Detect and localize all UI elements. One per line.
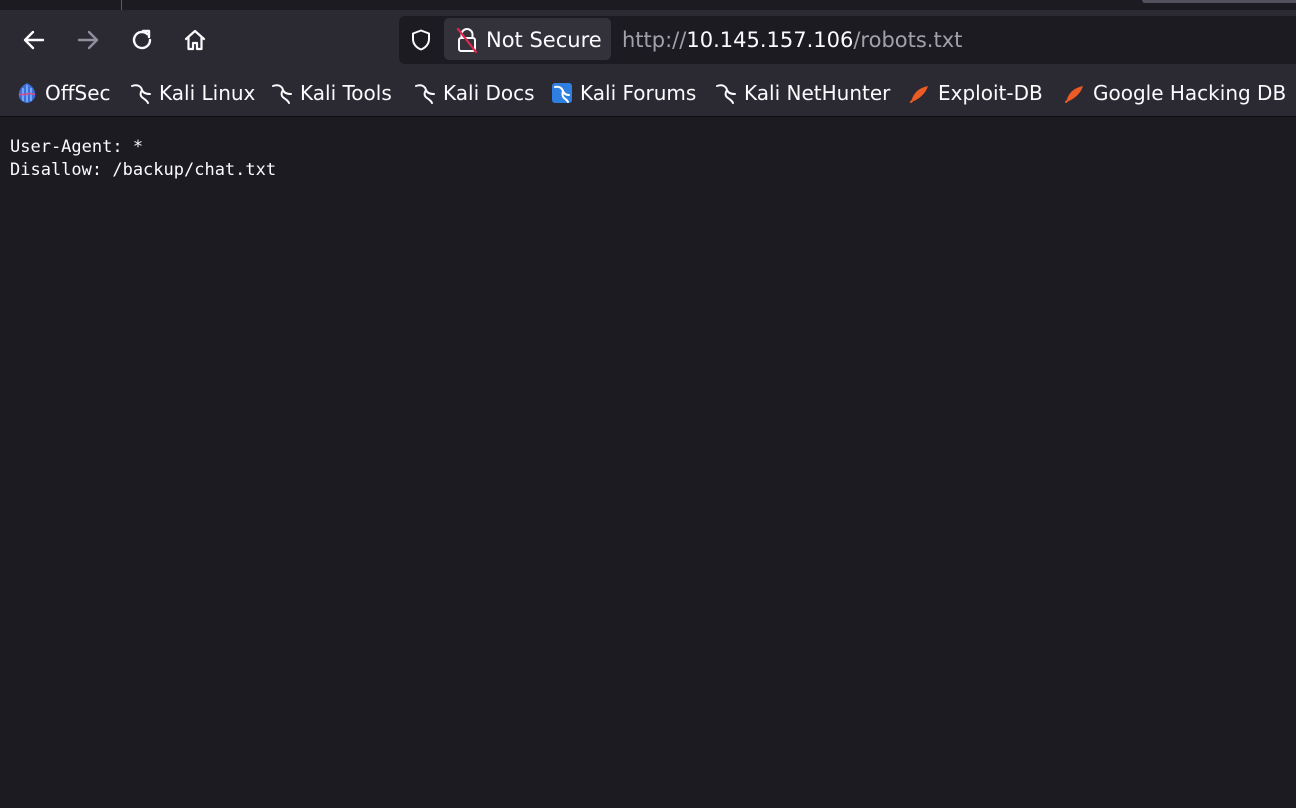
bookmark-label: Kali NetHunter [744, 81, 891, 105]
bookmark-kali-nethunter[interactable]: Kali NetHunter [715, 79, 890, 107]
kali-forums-icon [552, 83, 572, 103]
reload-button[interactable] [126, 24, 158, 56]
page-content: User-Agent: * Disallow: /backup/chat.txt [0, 117, 1296, 808]
kali-dragon-icon [716, 84, 736, 104]
reload-icon [132, 29, 152, 50]
kali-dragon-icon [415, 84, 435, 104]
bookmark-kali-docs[interactable]: Kali Docs [414, 79, 535, 107]
url-bar[interactable]: Not Secure http://10.145.157.106/robots.… [399, 16, 1296, 64]
not-secure-label: Not Secure [486, 28, 602, 52]
forward-button[interactable] [72, 24, 104, 56]
home-button[interactable] [179, 24, 211, 56]
tracking-protection-shield-icon[interactable] [409, 28, 433, 52]
site-security-button[interactable]: Not Secure [444, 18, 611, 60]
bookmark-kali-linux[interactable]: Kali Linux [130, 79, 255, 107]
url-path: /robots.txt [853, 28, 963, 52]
robots-txt-text: User-Agent: * Disallow: /backup/chat.txt [10, 136, 276, 182]
exploit-db-icon [910, 86, 928, 103]
bookmark-label: Kali Forums [580, 81, 697, 105]
url-text[interactable]: http://10.145.157.106/robots.txt [622, 28, 962, 52]
insecure-lock-icon [456, 27, 478, 53]
bookmark-exploit-db[interactable]: Exploit-DB [909, 79, 1043, 107]
home-icon [184, 29, 206, 51]
bookmark-label: Google Hacking DB [1093, 81, 1287, 105]
bookmark-kali-tools[interactable]: Kali Tools [271, 79, 392, 107]
tab-divider [121, 0, 122, 10]
exploit-db-icon [1065, 86, 1083, 103]
offsec-icon [18, 83, 36, 103]
bookmark-label: Kali Tools [300, 81, 392, 105]
bookmark-label: OffSec [45, 81, 111, 105]
back-button[interactable] [18, 24, 50, 56]
url-host: 10.145.157.106 [686, 28, 854, 52]
tab-strip [0, 0, 1296, 10]
bookmark-label: Exploit-DB [938, 81, 1043, 105]
kali-dragon-icon [272, 84, 292, 104]
url-scheme: http:// [622, 28, 687, 52]
bookmark-kali-forums[interactable]: Kali Forums [551, 79, 696, 107]
bookmarks-toolbar: OffSec Kali Linux Kali Tools Kali Docs K… [0, 70, 1296, 117]
robots-line-user-agent: User-Agent: * [10, 137, 144, 157]
arrow-right-icon [77, 30, 99, 50]
bookmark-label: Kali Linux [159, 81, 256, 105]
bookmark-offsec[interactable]: OffSec [16, 79, 111, 107]
bookmark-google-hacking-db[interactable]: Google Hacking DB [1064, 79, 1286, 107]
arrow-left-icon [23, 30, 45, 50]
bookmark-label: Kali Docs [443, 81, 535, 105]
navigation-toolbar: Not Secure http://10.145.157.106/robots.… [0, 10, 1296, 70]
tab-strip-control[interactable] [1142, 0, 1296, 3]
robots-line-disallow: Disallow: /backup/chat.txt [10, 160, 277, 180]
kali-dragon-icon [131, 84, 151, 104]
